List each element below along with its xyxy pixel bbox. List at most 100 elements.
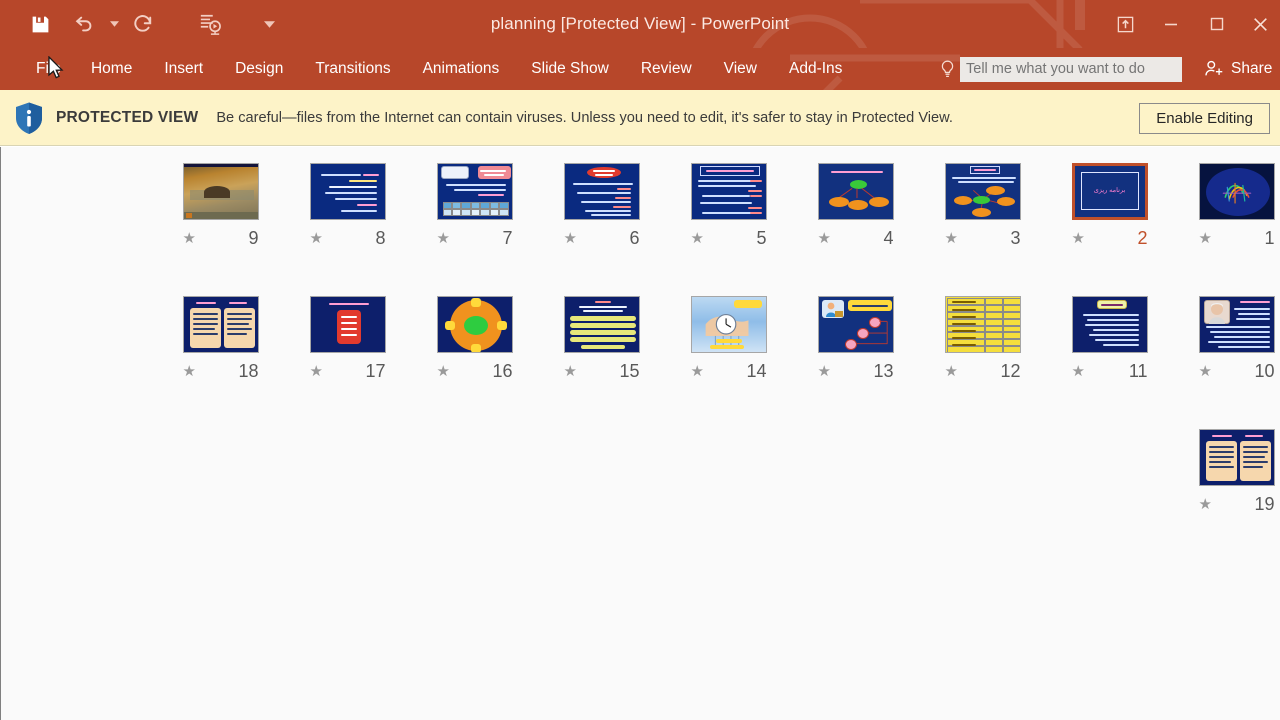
tab-insert[interactable]: Insert	[148, 48, 219, 90]
slide-thumbnail-12[interactable]: ★ 12	[919, 280, 1046, 413]
slide-preview[interactable]	[1198, 429, 1275, 486]
protected-view-badge: PROTECTED VIEW	[56, 108, 199, 126]
slide-preview[interactable]	[1198, 163, 1275, 220]
slide-meta: ★ 3	[945, 229, 1021, 247]
star-icon: ★	[182, 229, 196, 247]
slide-preview[interactable]	[182, 296, 259, 353]
slide-preview[interactable]	[817, 296, 894, 353]
tab-add-ins[interactable]: Add-Ins	[773, 48, 858, 90]
ribbon-tabs: File Home Insert Design Transitions Anim…	[26, 48, 858, 90]
star-icon: ★	[1071, 229, 1085, 247]
slide-preview[interactable]	[309, 163, 386, 220]
powerpoint-window: planning [Protected View] - PowerPoint F…	[0, 0, 1280, 720]
slide-meta: ★ 12	[945, 362, 1021, 380]
slide-thumbnail-8[interactable]: ★ 8	[284, 147, 411, 280]
share-button[interactable]: Share	[1204, 48, 1272, 90]
slide-number: 10	[1254, 361, 1275, 381]
slide-preview[interactable]	[182, 163, 259, 220]
slide-preview[interactable]	[1198, 296, 1275, 353]
slide-preview[interactable]	[436, 163, 513, 220]
tab-animations[interactable]: Animations	[407, 48, 516, 90]
slide-thumbnail-17[interactable]: ★ 17	[284, 280, 411, 413]
slide-thumbnail-5[interactable]: ★ 5	[665, 147, 792, 280]
tab-home[interactable]: Home	[75, 48, 148, 90]
slide-thumbnail-14[interactable]: ★ 14	[665, 280, 792, 413]
slide-meta: ★ 5	[691, 229, 767, 247]
tab-slide-show[interactable]: Slide Show	[515, 48, 625, 90]
slide-title-text: برنامه ریزی	[1093, 187, 1126, 194]
slide-preview-selected[interactable]: برنامه ریزی	[1071, 163, 1148, 220]
minimize-icon[interactable]	[1148, 0, 1194, 48]
slide-preview[interactable]	[436, 296, 513, 353]
slide-number: 5	[756, 228, 767, 248]
protected-view-message: Be careful—files from the Internet can c…	[216, 109, 953, 126]
slide-preview[interactable]	[309, 296, 386, 353]
star-icon: ★	[182, 362, 196, 380]
slide-row: ★ 19	[1, 413, 1280, 546]
slide-thumbnail-13[interactable]: ★ 13	[792, 280, 919, 413]
maximize-restore-icon[interactable]	[1194, 0, 1240, 48]
star-icon: ★	[944, 362, 958, 380]
slide-meta: ★ 13	[818, 362, 894, 380]
slide-preview[interactable]	[563, 163, 640, 220]
slide-thumbnail-1[interactable]: ★ 1	[1173, 147, 1280, 280]
enable-editing-button[interactable]: Enable Editing	[1139, 103, 1270, 134]
star-icon: ★	[1198, 495, 1212, 513]
slide-meta: ★ 15	[564, 362, 640, 380]
window-controls	[1102, 0, 1280, 48]
star-icon: ★	[309, 229, 323, 247]
slide-thumbnail-16[interactable]: ★ 16	[411, 280, 538, 413]
slide-meta: ★ 1	[1199, 229, 1275, 247]
tab-transitions[interactable]: Transitions	[299, 48, 406, 90]
slide-preview[interactable]	[944, 163, 1021, 220]
slide-number: 12	[1000, 361, 1021, 381]
star-icon: ★	[1198, 362, 1212, 380]
slide-thumbnail-10[interactable]: ★ 10	[1173, 280, 1280, 413]
slide-number: 2	[1137, 228, 1148, 248]
lightbulb-icon	[934, 60, 960, 79]
slide-preview[interactable]	[563, 296, 640, 353]
star-icon: ★	[309, 362, 323, 380]
slide-meta: ★ 16	[437, 362, 513, 380]
slide-thumbnail-7[interactable]: ★ 7	[411, 147, 538, 280]
slide-sorter-workspace[interactable]: ★ 9 ★ 8 ★ 7 ★ 6 ★ 5 ★ 4 ★ 3 برنامه ریزی …	[0, 147, 1280, 720]
tab-design[interactable]: Design	[219, 48, 299, 90]
tell-me-input[interactable]	[960, 56, 1182, 82]
slide-thumbnail-4[interactable]: ★ 4	[792, 147, 919, 280]
tab-view[interactable]: View	[708, 48, 773, 90]
slide-thumbnail-11[interactable]: ★ 11	[1046, 280, 1173, 413]
slide-preview[interactable]	[817, 163, 894, 220]
slide-meta: ★ 9	[183, 229, 259, 247]
slide-preview[interactable]	[690, 163, 767, 220]
slide-thumbnail-2[interactable]: برنامه ریزی ★ 2	[1046, 147, 1173, 280]
star-icon: ★	[436, 229, 450, 247]
slide-preview[interactable]	[690, 296, 767, 353]
slide-thumbnail-9[interactable]: ★ 9	[157, 147, 284, 280]
ribbon-display-options-icon[interactable]	[1102, 0, 1148, 48]
slide-row: ★ 9 ★ 8 ★ 7 ★ 6 ★ 5 ★ 4 ★ 3 برنامه ریزی …	[1, 147, 1280, 280]
slide-preview[interactable]	[944, 296, 1021, 353]
slide-number: 4	[883, 228, 894, 248]
slide-number: 6	[629, 228, 640, 248]
slide-number: 11	[1128, 361, 1148, 381]
tab-review[interactable]: Review	[625, 48, 708, 90]
slide-meta: ★ 4	[818, 229, 894, 247]
star-icon: ★	[563, 362, 577, 380]
slide-thumbnail-15[interactable]: ★ 15	[538, 280, 665, 413]
slide-thumbnail-18[interactable]: ★ 18	[157, 280, 284, 413]
star-icon: ★	[817, 362, 831, 380]
slide-thumbnail-6[interactable]: ★ 6	[538, 147, 665, 280]
slide-meta: ★ 17	[310, 362, 386, 380]
slide-thumbnail-3[interactable]: ★ 3	[919, 147, 1046, 280]
slide-preview[interactable]	[1071, 296, 1148, 353]
slide-thumbnail-19[interactable]: ★ 19	[1173, 413, 1280, 546]
star-icon: ★	[563, 229, 577, 247]
slide-meta: ★ 7	[437, 229, 513, 247]
slide-number: 15	[619, 361, 640, 381]
slide-meta: ★ 19	[1199, 495, 1275, 513]
slide-meta: ★ 10	[1199, 362, 1275, 380]
slide-number: 19	[1254, 494, 1275, 514]
shield-info-icon	[14, 101, 44, 135]
tab-file[interactable]: File	[26, 48, 75, 90]
close-icon[interactable]	[1240, 0, 1280, 48]
